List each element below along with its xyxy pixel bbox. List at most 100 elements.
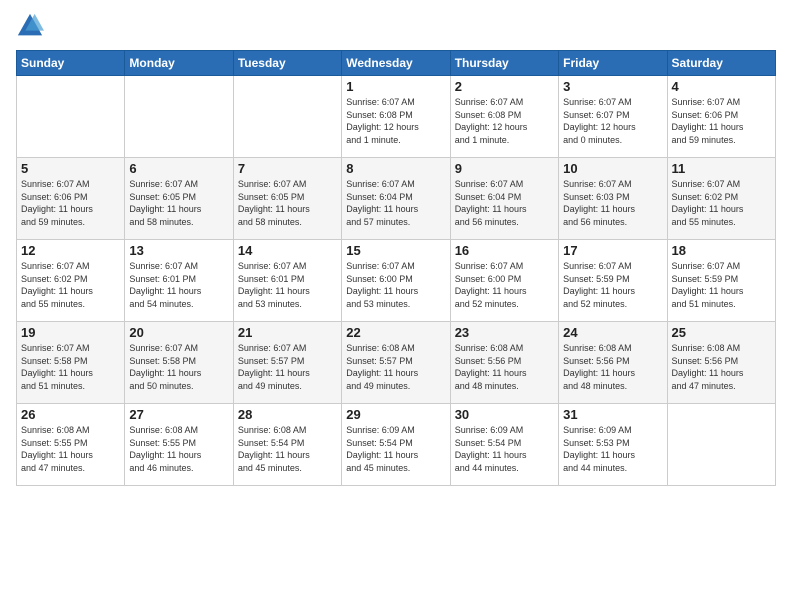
logo — [16, 12, 46, 40]
calendar-cell: 14 Sunrise: 6:07 AM Sunset: 6:01 PM Dayli… — [233, 240, 341, 322]
calendar-cell — [667, 404, 775, 486]
day-number: 1 — [346, 79, 445, 94]
day-info: Sunrise: 6:07 AM Sunset: 6:01 PM Dayligh… — [238, 260, 337, 310]
calendar-cell: 25 Sunrise: 6:08 AM Sunset: 5:56 PM Dayli… — [667, 322, 775, 404]
weekday-header-saturday: Saturday — [667, 51, 775, 76]
calendar-cell: 3Sunrise: 6:07 AM Sunset: 6:07 PM Daylig… — [559, 76, 667, 158]
day-number: 22 — [346, 325, 445, 340]
day-info: Sunrise: 6:09 AM Sunset: 5:53 PM Dayligh… — [563, 424, 662, 474]
calendar-week-1: 1 Sunrise: 6:07 AM Sunset: 6:08 PM Daylig… — [17, 76, 776, 158]
day-number: 5 — [21, 161, 120, 176]
day-number: 2 — [455, 79, 554, 94]
day-number: 6 — [129, 161, 228, 176]
weekday-header-row: SundayMondayTuesdayWednesdayThursdayFrid… — [17, 51, 776, 76]
day-info: Sunrise: 6:08 AM Sunset: 5:57 PM Dayligh… — [346, 342, 445, 392]
calendar-cell: 26 Sunrise: 6:08 AM Sunset: 5:55 PM Dayli… — [17, 404, 125, 486]
day-info: Sunrise: 6:08 AM Sunset: 5:55 PM Dayligh… — [21, 424, 120, 474]
day-number: 27 — [129, 407, 228, 422]
day-number: 14 — [238, 243, 337, 258]
calendar-week-5: 26 Sunrise: 6:08 AM Sunset: 5:55 PM Dayli… — [17, 404, 776, 486]
day-info: Sunrise: 6:07 AM Sunset: 5:57 PM Dayligh… — [238, 342, 337, 392]
day-number: 8 — [346, 161, 445, 176]
weekday-header-sunday: Sunday — [17, 51, 125, 76]
calendar-cell: 4 Sunrise: 6:07 AM Sunset: 6:06 PM Daylig… — [667, 76, 775, 158]
day-info: Sunrise: 6:07 AM Sunset: 6:08 PM Dayligh… — [346, 96, 445, 146]
calendar-cell: 29 Sunrise: 6:09 AM Sunset: 5:54 PM Dayli… — [342, 404, 450, 486]
day-info: Sunrise: 6:07 AM Sunset: 6:04 PM Dayligh… — [455, 178, 554, 228]
calendar-cell: 23Sunrise: 6:08 AM Sunset: 5:56 PM Dayli… — [450, 322, 558, 404]
logo-icon — [16, 12, 44, 40]
day-info: Sunrise: 6:07 AM Sunset: 6:01 PM Dayligh… — [129, 260, 228, 310]
day-number: 17 — [563, 243, 662, 258]
calendar-cell: 20Sunrise: 6:07 AM Sunset: 5:58 PM Dayli… — [125, 322, 233, 404]
calendar-cell: 9 Sunrise: 6:07 AM Sunset: 6:04 PM Daylig… — [450, 158, 558, 240]
calendar-cell: 2 Sunrise: 6:07 AM Sunset: 6:08 PM Daylig… — [450, 76, 558, 158]
calendar-cell: 5 Sunrise: 6:07 AM Sunset: 6:06 PM Daylig… — [17, 158, 125, 240]
calendar-cell — [125, 76, 233, 158]
weekday-header-wednesday: Wednesday — [342, 51, 450, 76]
day-info: Sunrise: 6:09 AM Sunset: 5:54 PM Dayligh… — [346, 424, 445, 474]
day-number: 31 — [563, 407, 662, 422]
calendar-cell: 30 Sunrise: 6:09 AM Sunset: 5:54 PM Dayli… — [450, 404, 558, 486]
day-number: 7 — [238, 161, 337, 176]
calendar-cell: 13 Sunrise: 6:07 AM Sunset: 6:01 PM Dayli… — [125, 240, 233, 322]
calendar-cell: 17 Sunrise: 6:07 AM Sunset: 5:59 PM Dayli… — [559, 240, 667, 322]
calendar-cell: 6 Sunrise: 6:07 AM Sunset: 6:05 PM Daylig… — [125, 158, 233, 240]
day-info: Sunrise: 6:07 AM Sunset: 6:05 PM Dayligh… — [129, 178, 228, 228]
calendar-cell: 21 Sunrise: 6:07 AM Sunset: 5:57 PM Dayli… — [233, 322, 341, 404]
day-number: 28 — [238, 407, 337, 422]
day-number: 11 — [672, 161, 771, 176]
calendar-cell: 16 Sunrise: 6:07 AM Sunset: 6:00 PM Dayli… — [450, 240, 558, 322]
weekday-header-monday: Monday — [125, 51, 233, 76]
calendar-table: SundayMondayTuesdayWednesdayThursdayFrid… — [16, 50, 776, 486]
calendar-cell: 15 Sunrise: 6:07 AM Sunset: 6:00 PM Dayli… — [342, 240, 450, 322]
day-info: Sunrise: 6:08 AM Sunset: 5:56 PM Dayligh… — [563, 342, 662, 392]
day-info: Sunrise: 6:07 AM Sunset: 6:08 PM Dayligh… — [455, 96, 554, 146]
weekday-header-tuesday: Tuesday — [233, 51, 341, 76]
calendar-cell: 10Sunrise: 6:07 AM Sunset: 6:03 PM Dayli… — [559, 158, 667, 240]
day-number: 18 — [672, 243, 771, 258]
calendar-cell: 22 Sunrise: 6:08 AM Sunset: 5:57 PM Dayli… — [342, 322, 450, 404]
day-info: Sunrise: 6:09 AM Sunset: 5:54 PM Dayligh… — [455, 424, 554, 474]
day-info: Sunrise: 6:07 AM Sunset: 6:05 PM Dayligh… — [238, 178, 337, 228]
calendar-cell: 27 Sunrise: 6:08 AM Sunset: 5:55 PM Dayli… — [125, 404, 233, 486]
day-info: Sunrise: 6:07 AM Sunset: 6:06 PM Dayligh… — [672, 96, 771, 146]
day-number: 19 — [21, 325, 120, 340]
calendar-cell: 31 Sunrise: 6:09 AM Sunset: 5:53 PM Dayli… — [559, 404, 667, 486]
main-container: SundayMondayTuesdayWednesdayThursdayFrid… — [0, 0, 792, 494]
day-number: 13 — [129, 243, 228, 258]
day-info: Sunrise: 6:07 AM Sunset: 6:00 PM Dayligh… — [455, 260, 554, 310]
day-number: 12 — [21, 243, 120, 258]
day-info: Sunrise: 6:08 AM Sunset: 5:55 PM Dayligh… — [129, 424, 228, 474]
day-number: 16 — [455, 243, 554, 258]
calendar-cell — [233, 76, 341, 158]
day-info: Sunrise: 6:07 AM Sunset: 6:00 PM Dayligh… — [346, 260, 445, 310]
day-info: Sunrise: 6:07 AM Sunset: 6:06 PM Dayligh… — [21, 178, 120, 228]
day-number: 25 — [672, 325, 771, 340]
calendar-cell: 7 Sunrise: 6:07 AM Sunset: 6:05 PM Daylig… — [233, 158, 341, 240]
day-number: 29 — [346, 407, 445, 422]
day-number: 24 — [563, 325, 662, 340]
day-number: 4 — [672, 79, 771, 94]
calendar-cell: 12 Sunrise: 6:07 AM Sunset: 6:02 PM Dayli… — [17, 240, 125, 322]
day-info: Sunrise: 6:07 AM Sunset: 5:59 PM Dayligh… — [563, 260, 662, 310]
day-number: 30 — [455, 407, 554, 422]
day-number: 26 — [21, 407, 120, 422]
day-info: Sunrise: 6:07 AM Sunset: 6:03 PM Dayligh… — [563, 178, 662, 228]
day-info: Sunrise: 6:08 AM Sunset: 5:54 PM Dayligh… — [238, 424, 337, 474]
day-info: Sunrise: 6:08 AM Sunset: 5:56 PM Dayligh… — [455, 342, 554, 392]
day-number: 15 — [346, 243, 445, 258]
day-number: 21 — [238, 325, 337, 340]
day-info: Sunrise: 6:07 AM Sunset: 6:02 PM Dayligh… — [21, 260, 120, 310]
calendar-cell: 28 Sunrise: 6:08 AM Sunset: 5:54 PM Dayli… — [233, 404, 341, 486]
calendar-cell — [17, 76, 125, 158]
calendar-cell: 8Sunrise: 6:07 AM Sunset: 6:04 PM Daylig… — [342, 158, 450, 240]
calendar-week-2: 5 Sunrise: 6:07 AM Sunset: 6:06 PM Daylig… — [17, 158, 776, 240]
calendar-cell: 24 Sunrise: 6:08 AM Sunset: 5:56 PM Dayli… — [559, 322, 667, 404]
day-info: Sunrise: 6:07 AM Sunset: 6:02 PM Dayligh… — [672, 178, 771, 228]
header — [16, 12, 776, 40]
day-number: 9 — [455, 161, 554, 176]
day-info: Sunrise: 6:08 AM Sunset: 5:56 PM Dayligh… — [672, 342, 771, 392]
weekday-header-friday: Friday — [559, 51, 667, 76]
day-info: Sunrise: 6:07 AM Sunset: 6:07 PM Dayligh… — [563, 96, 662, 146]
